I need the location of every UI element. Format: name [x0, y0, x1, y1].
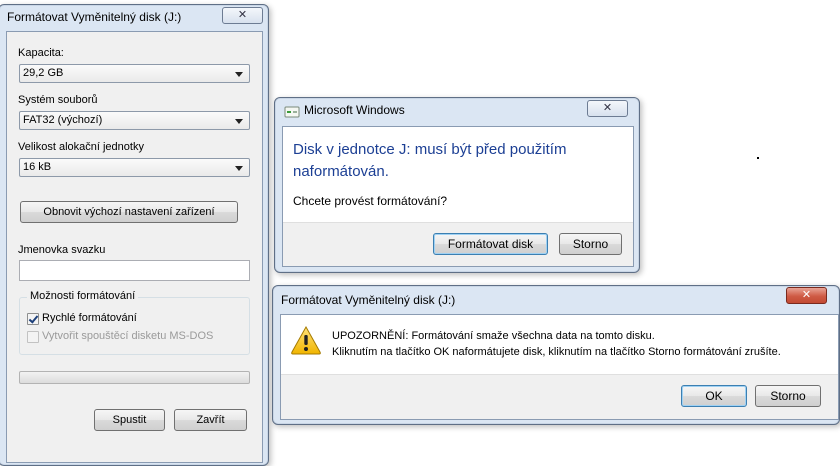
warning-icon [290, 325, 322, 355]
close-icon: ✕ [801, 289, 812, 301]
volume-label-caption: Jmenovka svazku [18, 244, 106, 256]
warning-dialog-close-button[interactable]: ✕ [786, 287, 827, 304]
format-window-client: Kapacita: 29,2 GB Systém souborů FAT32 (… [6, 31, 263, 463]
capacity-label: Kapacita: [18, 47, 64, 59]
restore-defaults-button[interactable]: Obnovit výchozí nastavení zařízení [20, 201, 238, 223]
warning-cancel-button[interactable]: Storno [755, 385, 821, 407]
filesystem-select[interactable]: FAT32 (výchozí) [19, 111, 250, 130]
capacity-value: 29,2 GB [23, 67, 64, 79]
start-button[interactable]: Spustit [94, 409, 165, 431]
format-options-group [19, 297, 250, 355]
filesystem-label: Systém souborů [18, 94, 98, 106]
background-dot [757, 157, 759, 159]
close-button[interactable]: Zavřít [174, 409, 247, 431]
msw-cancel-button[interactable]: Storno [559, 233, 622, 255]
drive-icon [284, 105, 300, 119]
format-disk-button[interactable]: Formátovat disk [433, 233, 548, 255]
msw-dialog-question: Chcete provést formátování? [293, 194, 448, 208]
warning-dialog-content: UPOZORNĚNÍ: Formátování smaže všechna da… [281, 315, 838, 375]
msw-dialog-heading: Disk v jednotce J: musí být před použití… [293, 141, 567, 180]
quick-format-label: Rychlé formátování [42, 312, 137, 324]
filesystem-value: FAT32 (výchozí) [23, 114, 103, 126]
msw-dialog-title: Microsoft Windows [304, 103, 405, 117]
volume-label-input[interactable] [19, 260, 250, 281]
close-icon: ✕ [237, 9, 248, 21]
ok-button[interactable]: OK [681, 385, 747, 407]
msdos-label: Vytvořit spouštěcí disketu MS-DOS [42, 330, 214, 342]
quick-format-checkbox[interactable] [27, 313, 39, 325]
alloc-unit-value: 16 kB [23, 161, 52, 173]
chevron-down-icon [235, 166, 243, 171]
format-window-title: Formátovat Vyměnitelný disk (J:) [7, 10, 182, 24]
format-window-close-button[interactable]: ✕ [222, 7, 263, 24]
warning-line-1: UPOZORNĚNÍ: Formátování smaže všechna da… [332, 330, 655, 342]
msw-dialog: Microsoft Windows ✕ Disk v jednotce J: m… [274, 97, 640, 273]
format-options-title: Možnosti formátování [27, 290, 139, 302]
format-window: Formátovat Vyměnitelný disk (J:) ✕ Kapac… [0, 4, 269, 466]
chevron-down-icon [235, 72, 243, 77]
warning-dialog-title: Formátovat Vyměnitelný disk (J:) [281, 293, 456, 307]
warning-dialog-client: UPOZORNĚNÍ: Formátování smaže všechna da… [280, 314, 839, 420]
warning-dialog: Formátovat Vyměnitelný disk (J:) ✕ UPOZO… [272, 285, 840, 425]
warning-line-2: Kliknutím na tlačítko OK naformátujete d… [332, 346, 781, 358]
close-icon: ✕ [602, 102, 613, 114]
alloc-unit-select[interactable]: 16 kB [19, 158, 250, 177]
msw-dialog-close-button[interactable]: ✕ [587, 100, 628, 117]
alloc-unit-label: Velikost alokační jednotky [18, 141, 144, 153]
capacity-select[interactable]: 29,2 GB [19, 64, 250, 83]
chevron-down-icon [235, 119, 243, 124]
msw-dialog-client: Disk v jednotce J: musí být před použití… [282, 126, 634, 267]
format-progress-bar [19, 371, 250, 384]
msdos-checkbox[interactable] [27, 331, 39, 343]
msw-dialog-content: Disk v jednotce J: musí být před použití… [283, 127, 633, 223]
